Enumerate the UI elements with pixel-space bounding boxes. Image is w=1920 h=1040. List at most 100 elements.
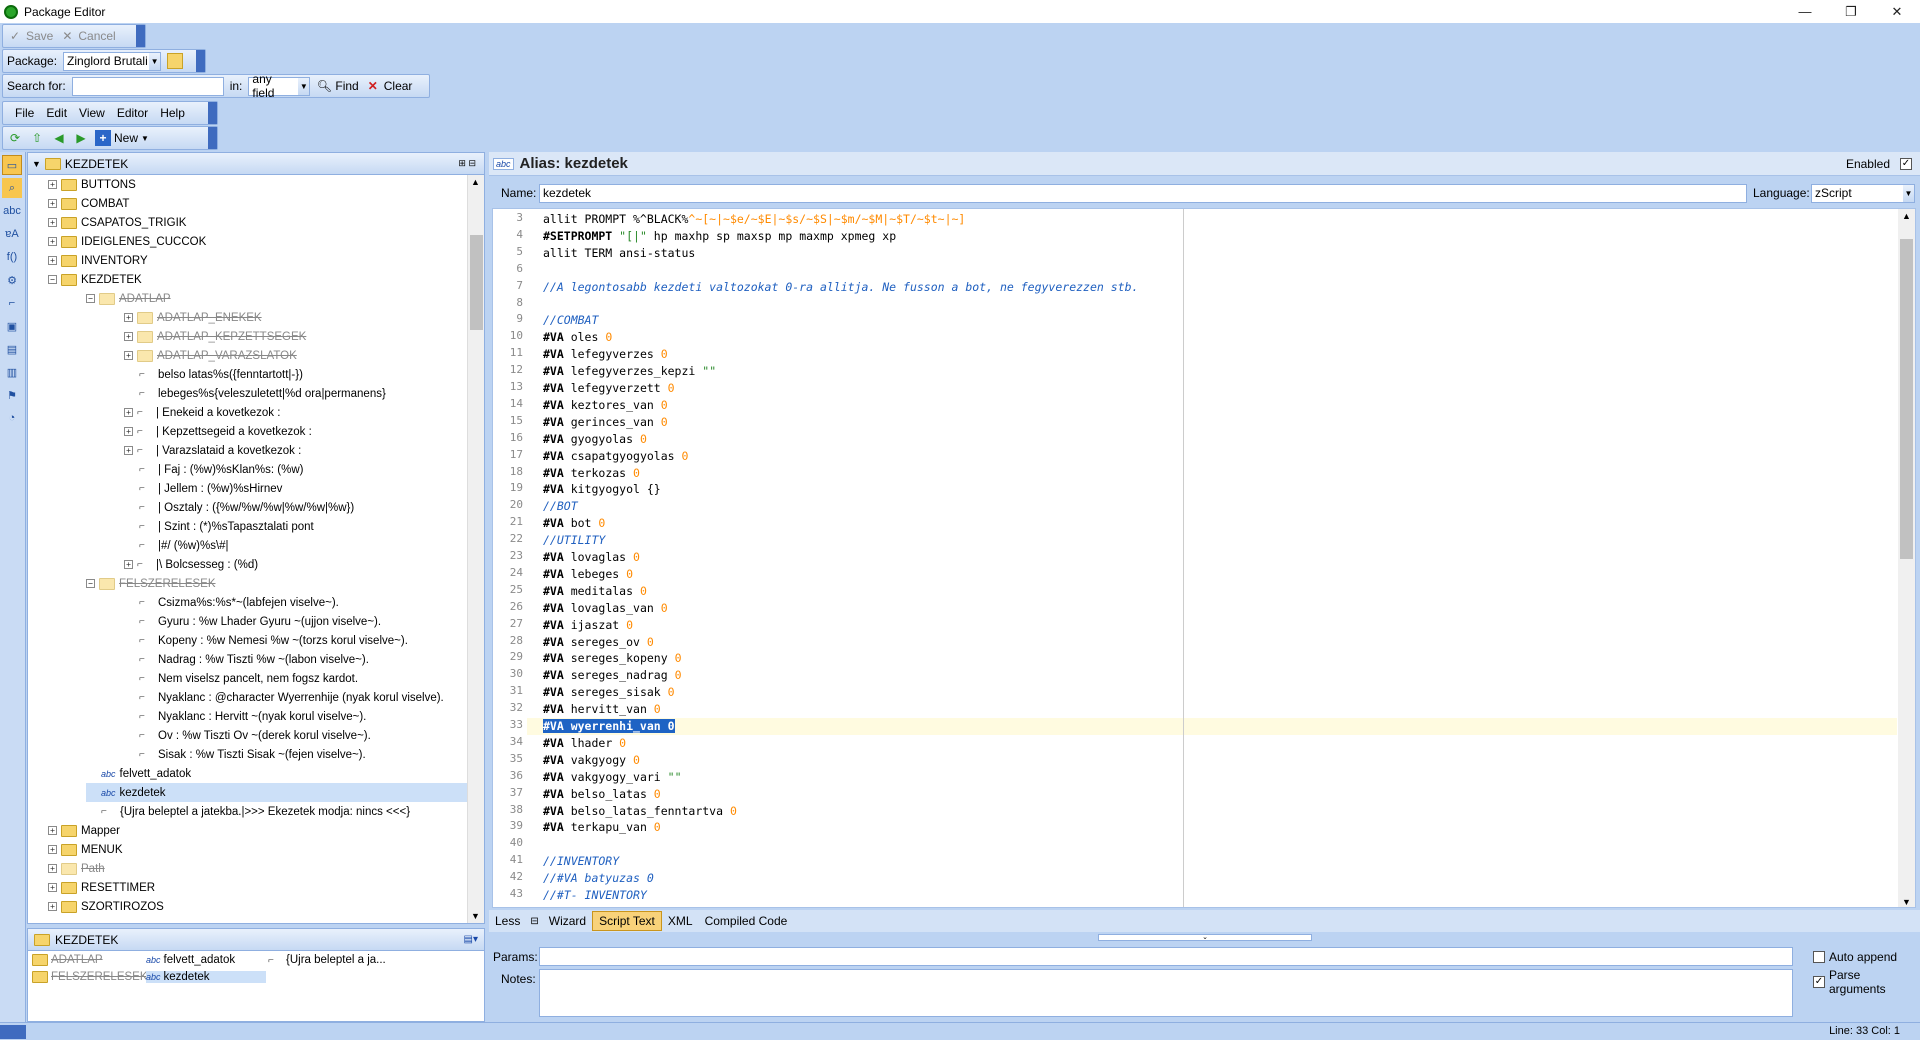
list-item[interactable]: FELSZERELESEK <box>32 971 148 983</box>
minimize-button[interactable]: — <box>1782 0 1828 23</box>
expand-icon[interactable]: + <box>124 332 133 341</box>
tree-node[interactable]: ⌐ lebeges%s{veleszuletett|%d ora|permanen… <box>124 384 386 403</box>
function-view-icon[interactable]: f() <box>2 247 22 267</box>
less-button[interactable]: Less <box>489 912 526 930</box>
new-button[interactable]: + New ▼ <box>95 130 149 146</box>
tree-node[interactable]: ⌐ {Ujra beleptel a jatekba.|>>> Ekezetek … <box>86 802 410 821</box>
params-input[interactable] <box>539 947 1793 966</box>
tree-node[interactable]: ⌐ Nem viselsz pancelt, nem fogsz kardot. <box>124 669 358 688</box>
forward-icon[interactable]: ▶ <box>73 130 89 146</box>
expand-icon[interactable]: + <box>48 845 57 854</box>
parse-arguments-option[interactable]: ✓ Parse arguments <box>1813 968 1920 996</box>
expand-icon[interactable]: + <box>124 351 133 360</box>
expand-icon[interactable]: + <box>48 199 57 208</box>
menu-editor[interactable]: Editor <box>117 106 148 120</box>
list-item[interactable]: ADATLAP <box>32 954 103 966</box>
script-editor[interactable]: 3 4 5 6 7 8 9 10 11 12 13 14 15 16 17 18 19 20 21 22 23 24 25 2… <box>492 208 1916 908</box>
expand-icon[interactable]: + <box>48 180 57 189</box>
tree-node[interactable]: + MENUK <box>48 840 123 859</box>
search-field-select[interactable]: any field ▼ <box>248 72 311 100</box>
menu-edit[interactable]: Edit <box>46 106 67 120</box>
package-manager-icon[interactable] <box>167 53 184 69</box>
tree-node[interactable]: + SZORTIROZOS <box>48 897 164 916</box>
expand-icon[interactable]: + <box>124 560 133 569</box>
expand-icon[interactable]: + <box>48 218 57 227</box>
chevron-down-icon[interactable]: ▼ <box>32 159 41 169</box>
view-mode-icon[interactable]: ▤▾ <box>464 934 478 945</box>
expand-icon[interactable]: + <box>124 313 133 322</box>
expand-icon[interactable]: + <box>124 408 133 417</box>
tree-node[interactable]: ⌐ | Osztaly : ({%w/%w/%w|%w/%w|%w}) <box>124 498 354 517</box>
scroll-down-icon[interactable]: ▼ <box>1902 897 1911 907</box>
tree-node[interactable]: + ⌐ | Enekeid a kovetkezok : <box>124 403 280 422</box>
menu-view-icon[interactable]: ⚑ <box>2 385 22 405</box>
tree-node[interactable]: + ADATLAP_KEPZETTSEGEK <box>124 327 306 346</box>
collapse-icon[interactable]: ⊟ <box>526 916 542 927</box>
code-scrollbar[interactable]: ▲ ▼ <box>1898 209 1915 907</box>
toolbar-grip[interactable] <box>196 50 205 72</box>
tree-node[interactable]: + COMBAT <box>48 194 129 213</box>
scroll-thumb[interactable] <box>1900 239 1913 559</box>
tree-node[interactable]: ⌐ | Faj : (%w)%sKlan%s: (%w) <box>124 460 303 479</box>
tree-node[interactable]: abc kezdetek <box>86 783 468 802</box>
clear-button[interactable]: ✕ Clear <box>365 78 413 94</box>
menu-help[interactable]: Help <box>160 106 185 120</box>
restore-button[interactable]: ❐ <box>1828 0 1874 23</box>
tree-node[interactable]: + ⌐ | Kepzettsegeid a kovetkezok : <box>124 422 312 441</box>
parent-folder-icon[interactable]: ⇧ <box>29 130 45 146</box>
tab-script-text[interactable]: Script Text <box>592 911 662 931</box>
tree-node[interactable]: + RESETTIMER <box>48 878 155 897</box>
splitter-handle[interactable]: ⌄ <box>1098 934 1312 941</box>
scroll-up-icon[interactable]: ▲ <box>1902 211 1911 221</box>
tree-node[interactable]: + CSAPATOS_TRIGIK <box>48 213 186 232</box>
tree-node[interactable]: abc felvett_adatok <box>86 764 191 783</box>
expand-icon[interactable]: + <box>124 427 133 436</box>
expand-icon[interactable]: + <box>48 902 57 911</box>
scroll-thumb[interactable] <box>470 235 483 330</box>
close-button[interactable]: ✕ <box>1874 0 1920 23</box>
tree-node[interactable]: ⌐ |#/ (%w)%s\#| <box>124 536 229 555</box>
find-button[interactable]: 🔍︎ Find <box>316 78 359 94</box>
tree-node[interactable]: + Mapper <box>48 821 120 840</box>
search-input[interactable] <box>71 76 224 96</box>
tree-node[interactable]: + Path <box>48 859 105 878</box>
alias-view-icon[interactable]: abc <box>2 201 22 221</box>
expand-icon[interactable]: + <box>48 826 57 835</box>
tree-node[interactable]: + ⌐ | Varazslataid a kovetkezok : <box>124 441 301 460</box>
save-button[interactable]: ✓ Save <box>7 28 53 44</box>
collapse-icon[interactable]: − <box>86 579 95 588</box>
folder-view-icon[interactable]: ▭ <box>2 155 22 175</box>
list-item[interactable]: abc felvett_adatok <box>146 954 235 966</box>
expand-icon[interactable]: + <box>48 256 57 265</box>
collapse-panel-icon[interactable]: ⊞ ⊟ <box>458 158 476 169</box>
scroll-up-icon[interactable]: ▲ <box>471 177 480 187</box>
tree-node[interactable]: ⌐ Nadrag : %w Tiszti %w ~(labon viselve~)… <box>124 650 369 669</box>
tree-node[interactable]: ⌐ Sisak : %w Tiszti Sisak ~(fejen viselve… <box>124 745 366 764</box>
parse-arguments-checkbox[interactable]: ✓ <box>1813 976 1825 988</box>
tree-node[interactable]: + ADATLAP_VARAZSLATOK <box>124 346 297 365</box>
macro-view-icon[interactable]: ▤ <box>2 339 22 359</box>
auto-append-option[interactable]: Auto append <box>1813 950 1897 964</box>
toolbar-grip[interactable] <box>136 25 145 47</box>
expand-icon[interactable]: + <box>48 237 57 246</box>
enabled-checkbox[interactable]: ✓ <box>1900 157 1912 170</box>
tree-node[interactable]: ⌐ belso latas%s({fenntartott|-}) <box>124 365 303 384</box>
cancel-button[interactable]: ✕ Cancel <box>59 28 115 44</box>
auto-append-checkbox[interactable] <box>1813 951 1825 963</box>
trigger-view-icon[interactable]: ⌐ <box>2 293 22 313</box>
variable-view-icon[interactable]: ɐA <box>2 224 22 244</box>
tree-node[interactable]: + ADATLAP_ENEKEK <box>124 308 262 327</box>
tree-node[interactable]: − KEZDETEK <box>48 270 142 289</box>
tree-node[interactable]: ⌐ | Jellem : (%w)%sHirnev <box>124 479 282 498</box>
back-icon[interactable]: ◀ <box>51 130 67 146</box>
notes-textarea[interactable] <box>539 969 1793 1017</box>
tree-node[interactable]: ⌐ Csizma%s:%s*~(labfejen viselve~). <box>124 593 339 612</box>
status-view-icon[interactable]: ▥ <box>2 362 22 382</box>
tree-node[interactable]: + ⌐ |\ Bolcsesseg : (%d) <box>124 555 258 574</box>
tree-node[interactable]: ⌐ Kopeny : %w Nemesi %w ~(torzs korul vis… <box>124 631 408 650</box>
button-view-icon[interactable]: ▣ <box>2 316 22 336</box>
tab-xml[interactable]: XML <box>662 912 699 930</box>
timer-view-icon[interactable]: ◔ <box>2 408 22 428</box>
collapse-icon[interactable]: − <box>48 275 57 284</box>
tree-node[interactable]: + INVENTORY <box>48 251 148 270</box>
